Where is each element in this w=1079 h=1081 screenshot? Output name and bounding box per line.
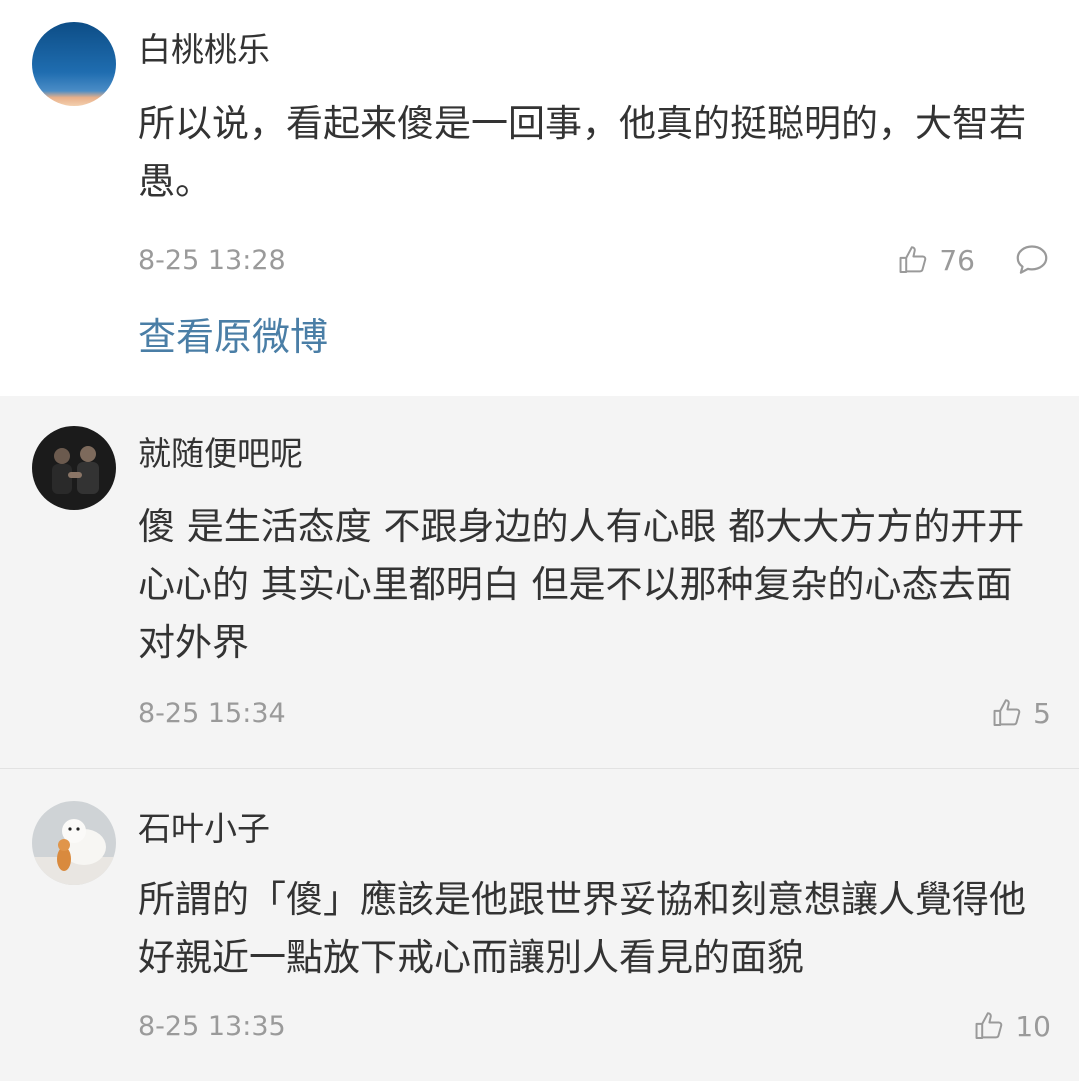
reply-button[interactable]: [1013, 241, 1051, 279]
like-button[interactable]: 10: [973, 1009, 1051, 1043]
comment-actions: 5: [991, 696, 1051, 730]
avatar-image: [32, 426, 116, 510]
username[interactable]: 石叶小子: [138, 809, 270, 849]
comment-meta: 8-25 13:35 10: [138, 1004, 1051, 1048]
like-button[interactable]: 5: [991, 696, 1051, 730]
thumbs-up-icon: [993, 699, 1021, 727]
like-count: 10: [1015, 1009, 1051, 1043]
comment-text: 傻 是生活态度 不跟身边的人有心眼 都大大方方的开开心心的 其实心里都明白 但是…: [138, 505, 1025, 664]
avatar[interactable]: [32, 801, 116, 885]
comment-actions: 76: [897, 241, 1051, 279]
username[interactable]: 白桃桃乐: [138, 30, 270, 70]
comment-time: 8-25 15:34: [138, 697, 286, 729]
like-count: 76: [939, 243, 975, 277]
comment-time: 8-25 13:35: [138, 1010, 286, 1042]
comment-actions: 10: [973, 1009, 1051, 1043]
username[interactable]: 就随便吧呢: [138, 434, 303, 474]
like-count: 5: [1033, 696, 1051, 730]
comment-text: 所謂的「傻」應該是他跟世界妥協和刻意想讓人覺得他好親近一點放下戒心而讓別人看見的…: [138, 878, 1026, 979]
avatar-image: [32, 801, 116, 885]
comment-bubble-icon: [1016, 245, 1048, 274]
thumbs-up-icon: [975, 1012, 1003, 1040]
comment-meta: 8-25 15:34 5: [138, 691, 1051, 735]
comment-text: 所以说，看起来傻是一回事，他真的挺聪明的，大智若愚。: [138, 102, 1026, 203]
comment-item: 石叶小子 所謂的「傻」應該是他跟世界妥協和刻意想讓人覺得他好親近一點放下戒心而讓…: [0, 768, 1079, 1081]
view-original-weibo-link[interactable]: 查看原微博: [138, 312, 328, 362]
thumbs-up-icon: [899, 246, 927, 274]
like-button[interactable]: 76: [897, 243, 975, 277]
avatar-image: [32, 22, 116, 106]
avatar[interactable]: [32, 426, 116, 510]
comment-meta: 8-25 13:28 76: [138, 238, 1051, 282]
avatar[interactable]: [32, 22, 116, 106]
comment-item: 白桃桃乐 所以说，看起来傻是一回事，他真的挺聪明的，大智若愚。 8-25 13:…: [0, 0, 1079, 396]
comment-time: 8-25 13:28: [138, 244, 286, 276]
comment-item: 就随便吧呢 傻 是生活态度 不跟身边的人有心眼 都大大方方的开开心心的 其实心里…: [0, 396, 1079, 768]
